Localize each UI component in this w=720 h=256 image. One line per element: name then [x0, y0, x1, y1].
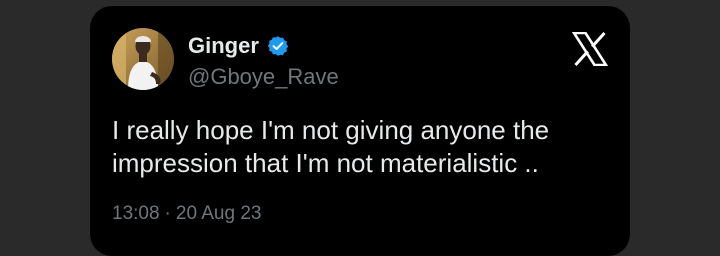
tweet-time: 13:08	[112, 203, 160, 224]
tweet-card[interactable]: Ginger @Gboye_Rave I really hope I'm not…	[90, 6, 630, 256]
author-handle[interactable]: @Gboye_Rave	[188, 64, 339, 90]
meta-separator: ·	[164, 203, 171, 224]
avatar-photo	[112, 28, 174, 90]
author-name[interactable]: Ginger	[188, 33, 259, 59]
verified-badge-icon	[267, 35, 289, 57]
x-logo-icon[interactable]	[571, 31, 609, 67]
tweet-timestamp[interactable]: 13:08 · 20 Aug 23	[112, 203, 261, 225]
author-row: Ginger	[188, 33, 289, 59]
tweet-date: 20 Aug 23	[175, 203, 262, 224]
avatar[interactable]	[112, 28, 174, 90]
tweet-text: I really hope I'm not giving anyone the …	[112, 115, 550, 178]
